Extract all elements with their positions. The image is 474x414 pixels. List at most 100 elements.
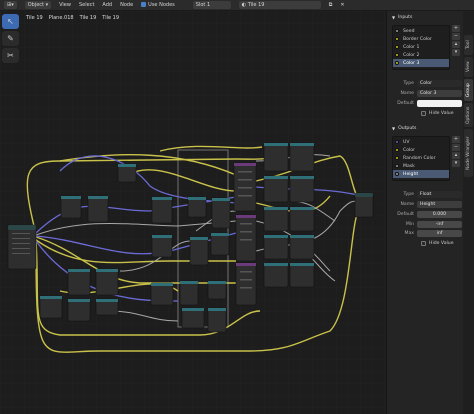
remove-output-button[interactable]: − [452, 144, 460, 151]
list-item[interactable]: Random Color [393, 154, 449, 162]
checkbox-icon [141, 2, 147, 7]
prop-label: Type [403, 191, 414, 197]
outputs-title: Outputs [398, 126, 417, 131]
remove-input-button[interactable]: − [452, 33, 460, 40]
socket-icon [395, 156, 399, 160]
move-down-button[interactable]: ▾ [452, 160, 460, 167]
socket-icon [395, 148, 399, 152]
chevron-down-icon: ▼ [392, 15, 396, 20]
node-group-input[interactable] [7, 224, 37, 270]
editor-type-button[interactable]: ⊞▾ [4, 1, 17, 9]
slot-label: Slot 1 [195, 2, 211, 8]
breadcrumb-item[interactable]: Plane.018 [49, 15, 74, 21]
move-up-button[interactable]: ▴ [452, 152, 460, 159]
output-name-textbox[interactable]: Height [417, 200, 462, 208]
max-value-input[interactable]: inf [417, 229, 462, 237]
use-nodes-toggle[interactable]: Use Nodes [141, 2, 175, 8]
select-tool-button[interactable]: ↖ [2, 14, 19, 29]
menu-add[interactable]: Add [102, 2, 112, 8]
checkbox-icon [421, 240, 426, 246]
add-output-button[interactable]: + [452, 136, 460, 143]
output-type-field: Type Float [391, 190, 462, 198]
close-icon[interactable]: ✕ [340, 2, 344, 8]
min-value-input[interactable]: -inf [417, 220, 462, 228]
menu-select[interactable]: Select [79, 2, 94, 8]
cut-icon: ✂ [7, 51, 14, 60]
socket-icon [395, 61, 399, 65]
material-name: Tile 19 [247, 2, 265, 8]
sidebar-tabs: Tool View Group Options Node Wrangler [463, 11, 474, 414]
tab-group[interactable]: Group [464, 79, 473, 101]
list-item-selected[interactable]: Height [393, 170, 449, 178]
list-item-label: Border Color [403, 36, 432, 42]
prop-label: Default [397, 211, 414, 217]
list-item[interactable]: UV [393, 138, 449, 146]
node-editor-window: ⊞▾ Object ▾ View Select Add Node Use Nod… [0, 0, 474, 414]
checkbox-icon [421, 110, 426, 116]
list-item-label: Seed [403, 28, 415, 34]
add-input-button[interactable]: + [452, 25, 460, 32]
input-hide-value-checkbox[interactable]: Hide Value [421, 109, 454, 117]
input-type-dropdown[interactable]: Color [417, 79, 462, 87]
list-item-label: Height [403, 171, 419, 177]
list-item-label: UV [403, 139, 410, 145]
pencil-icon: ✎ [7, 34, 14, 43]
object-mode-dropdown[interactable]: Object ▾ [24, 1, 52, 9]
move-down-button[interactable]: ▾ [452, 49, 460, 56]
list-item-selected[interactable]: Color 3 [393, 59, 449, 67]
annotate-tool-button[interactable]: ✎ [2, 31, 19, 46]
output-name-field: Name Height [391, 200, 462, 208]
list-item[interactable]: Color 2 [393, 51, 449, 59]
slot-dropdown[interactable]: Slot 1 [192, 1, 231, 9]
menu-node[interactable]: Node [120, 2, 133, 8]
outputs-list-buttons: + − ▴ ▾ [452, 136, 461, 167]
input-name-field: Name Color 3 [391, 89, 462, 97]
default-value-input[interactable]: 0.000 [417, 210, 462, 218]
hide-value-label: Hide Value [429, 240, 454, 246]
tab-view[interactable]: View [464, 57, 473, 77]
inputs-section-header[interactable]: ▼ Inputs [389, 13, 462, 22]
hide-value-label: Hide Value [429, 110, 454, 116]
breadcrumb: Tile 19 Plane.018 Tile 19 Tile 19 [26, 13, 125, 22]
list-item[interactable]: Seed [393, 27, 449, 35]
prop-label: Max [404, 230, 415, 236]
list-item[interactable]: Mask [393, 162, 449, 170]
inputs-list-buttons: + − ▴ ▾ [452, 25, 461, 56]
chevron-down-icon: ▼ [392, 126, 396, 131]
breadcrumb-item[interactable]: Tile 19 [80, 15, 97, 21]
output-type-dropdown[interactable]: Float [417, 190, 462, 198]
list-item-label: Color 2 [403, 52, 420, 58]
tab-tool[interactable]: Tool [464, 35, 473, 55]
output-max-field: Max inf [391, 229, 462, 237]
outputs-list[interactable]: UV Color Random Color Mask Height [392, 136, 450, 181]
outputs-section-header[interactable]: ▼ Outputs [389, 124, 462, 133]
list-item[interactable]: Color 1 [393, 43, 449, 51]
default-color-swatch[interactable] [417, 99, 462, 107]
pin-icon[interactable]: ⧉ [329, 2, 333, 8]
list-item-label: Mask [403, 163, 415, 169]
header-bar: ⊞▾ Object ▾ View Select Add Node Use Nod… [0, 0, 474, 11]
prop-label: Name [400, 201, 414, 207]
breadcrumb-item[interactable]: Tile 19 [102, 15, 119, 21]
move-up-button[interactable]: ▴ [452, 41, 460, 48]
inputs-list[interactable]: Seed Border Color Color 1 Color 2 Color … [392, 25, 450, 70]
tab-node-wrangler[interactable]: Node Wrangler [464, 129, 473, 177]
menu-view[interactable]: View [59, 2, 71, 8]
list-item-label: Random Color [403, 155, 436, 161]
links-cut-tool-button[interactable]: ✂ [2, 48, 19, 63]
inputs-title: Inputs [398, 15, 413, 20]
breadcrumb-item[interactable]: Tile 19 [26, 15, 43, 21]
output-hide-value-checkbox[interactable]: Hide Value [421, 239, 454, 247]
list-item[interactable]: Color [393, 146, 449, 154]
list-item[interactable]: Border Color [393, 35, 449, 43]
tab-options[interactable]: Options [464, 103, 473, 127]
node-canvas[interactable] [0, 11, 386, 414]
input-name-textbox[interactable]: Color 3 [417, 89, 462, 97]
output-default-field: Default 0.000 [391, 210, 462, 218]
object-mode-label: Object [27, 2, 44, 8]
socket-icon [395, 53, 399, 57]
socket-icon [395, 37, 399, 41]
node-group-output[interactable] [354, 192, 374, 218]
material-selector[interactable]: ◐ Tile 19 [238, 1, 321, 9]
socket-icon [395, 45, 399, 49]
